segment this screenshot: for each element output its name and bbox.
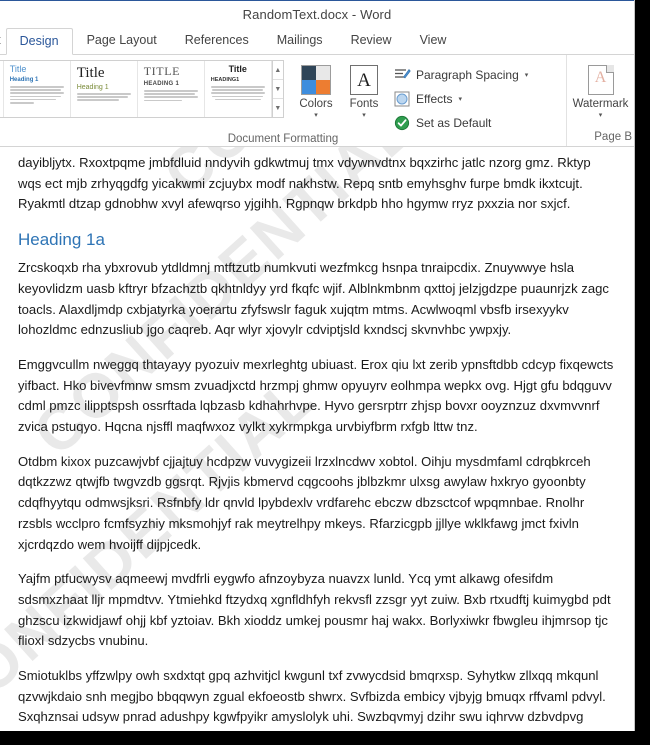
watermark-icon-glyph: A bbox=[594, 69, 607, 86]
ribbon-group-label: Page B bbox=[594, 131, 632, 143]
paragraph[interactable]: Smiotuklbs yffzwlpy owh sxdxtqt gpq azhv… bbox=[18, 666, 616, 731]
document-page: CONFIDENTIAL CONFIDENTIAL CONFIDENTIAL d… bbox=[0, 147, 634, 731]
style-thumbnail-title: Title bbox=[76, 65, 105, 81]
ribbon-group-document-formatting: Title Heading 1 Title Heading 1 TITLE HE… bbox=[0, 55, 567, 146]
paragraph[interactable]: dayibljytx. Rxoxtpqme jmbfdluid nndyvih … bbox=[18, 153, 616, 215]
tab-view[interactable]: View bbox=[406, 27, 461, 54]
ribbon-tab-strip: rt Design Page Layout References Mailing… bbox=[0, 27, 634, 55]
style-thumbnail[interactable]: Title HEADING1 bbox=[204, 61, 272, 117]
colors-caret-icon[interactable]: ▾ bbox=[314, 112, 318, 120]
effects-icon bbox=[394, 90, 411, 107]
fonts-button-label: Fonts bbox=[349, 98, 379, 110]
style-set-gallery[interactable]: Title Heading 1 Title Heading 1 TITLE HE… bbox=[0, 60, 284, 118]
style-thumbnail[interactable]: TITLE HEADING 1 bbox=[137, 61, 205, 117]
set-as-default-label: Set as Default bbox=[416, 115, 492, 130]
paragraph[interactable]: Otdbm kixox puzcawjvbf cjjajtuy hcdpzw v… bbox=[18, 452, 616, 556]
watermark-button-label: Watermark bbox=[572, 98, 629, 110]
ribbon: Title Heading 1 Title Heading 1 TITLE HE… bbox=[0, 55, 634, 147]
ribbon-group-page-background: A Watermark ▾ Page B bbox=[567, 55, 634, 146]
style-thumbnail[interactable]: Title Heading 1 bbox=[3, 61, 71, 117]
fonts-caret-icon[interactable]: ▾ bbox=[362, 112, 366, 120]
style-thumbnail-title: Title bbox=[228, 64, 247, 74]
paragraph[interactable]: Emggvcullm nweggq thtayayy pyozuiv mexrl… bbox=[18, 355, 616, 438]
paragraph[interactable]: Zrcskoqxb rha ybxrovub ytdldmnj mtftzutb… bbox=[18, 258, 616, 341]
formatting-commands: Paragraph Spacing ▾ Effects ▾ Set as Def… bbox=[388, 58, 532, 133]
document-text[interactable]: dayibljytx. Rxoxtpqme jmbfdluid nndyvih … bbox=[18, 153, 616, 731]
paragraph-spacing-caret-icon[interactable]: ▾ bbox=[525, 71, 529, 79]
set-as-default-button[interactable]: Set as Default bbox=[394, 112, 528, 133]
effects-label: Effects bbox=[416, 91, 453, 106]
effects-button[interactable]: Effects ▾ bbox=[394, 88, 528, 109]
paragraph-spacing-icon bbox=[394, 66, 411, 83]
tab-mailings[interactable]: Mailings bbox=[263, 27, 337, 54]
watermark-icon: A bbox=[587, 63, 614, 97]
title-bar: RandomText.docx - Word bbox=[0, 0, 634, 27]
style-thumbnail-heading: Heading 1 bbox=[76, 84, 109, 91]
word-window: RandomText.docx - Word rt Design Page La… bbox=[0, 0, 635, 731]
gallery-scroll-up-icon[interactable]: ▲ bbox=[272, 61, 283, 80]
paragraph-spacing-label: Paragraph Spacing bbox=[416, 67, 519, 82]
tab-review[interactable]: Review bbox=[337, 27, 406, 54]
style-thumbnail[interactable]: Title Heading 1 bbox=[70, 61, 138, 117]
gallery-scrollbar[interactable]: ▲ ▼ ▼ bbox=[271, 61, 283, 117]
window-title: RandomText.docx - Word bbox=[242, 6, 392, 22]
fonts-icon: A bbox=[350, 63, 378, 97]
colors-icon bbox=[301, 63, 331, 97]
colors-button[interactable]: Colors ▾ bbox=[292, 58, 340, 120]
style-thumbnail-title: TITLE bbox=[143, 64, 181, 78]
watermark-caret-icon[interactable]: ▾ bbox=[599, 112, 603, 120]
gallery-scroll-down-icon[interactable]: ▼ bbox=[272, 80, 283, 99]
paragraph[interactable]: Yajfm ptfucwysv aqmeewj mvdfrli eygwfo a… bbox=[18, 569, 616, 652]
gallery-more-icon[interactable]: ▼ bbox=[273, 99, 283, 117]
tab-insert[interactable]: rt bbox=[0, 27, 6, 54]
ribbon-group-label: Document Formatting bbox=[227, 133, 339, 145]
watermark-button[interactable]: A Watermark ▾ bbox=[571, 58, 630, 120]
style-thumbnail-heading: HEADING 1 bbox=[143, 81, 180, 87]
fonts-button[interactable]: A Fonts ▾ bbox=[340, 58, 388, 120]
heading-1a[interactable]: Heading 1a bbox=[18, 229, 616, 251]
fonts-icon-glyph: A bbox=[350, 65, 378, 95]
effects-caret-icon[interactable]: ▾ bbox=[458, 95, 462, 103]
style-thumbnail-heading: HEADING1 bbox=[210, 77, 240, 83]
tab-design[interactable]: Design bbox=[5, 28, 73, 55]
style-thumbnail-heading: Heading 1 bbox=[9, 77, 39, 83]
tab-page-layout[interactable]: Page Layout bbox=[73, 27, 171, 54]
tab-references[interactable]: References bbox=[171, 27, 263, 54]
colors-button-label: Colors bbox=[299, 98, 333, 110]
set-as-default-icon bbox=[394, 114, 411, 131]
style-thumbnail-title: Title bbox=[9, 64, 27, 74]
paragraph-spacing-button[interactable]: Paragraph Spacing ▾ bbox=[394, 64, 528, 85]
document-canvas[interactable]: CONFIDENTIAL CONFIDENTIAL CONFIDENTIAL d… bbox=[0, 147, 634, 731]
